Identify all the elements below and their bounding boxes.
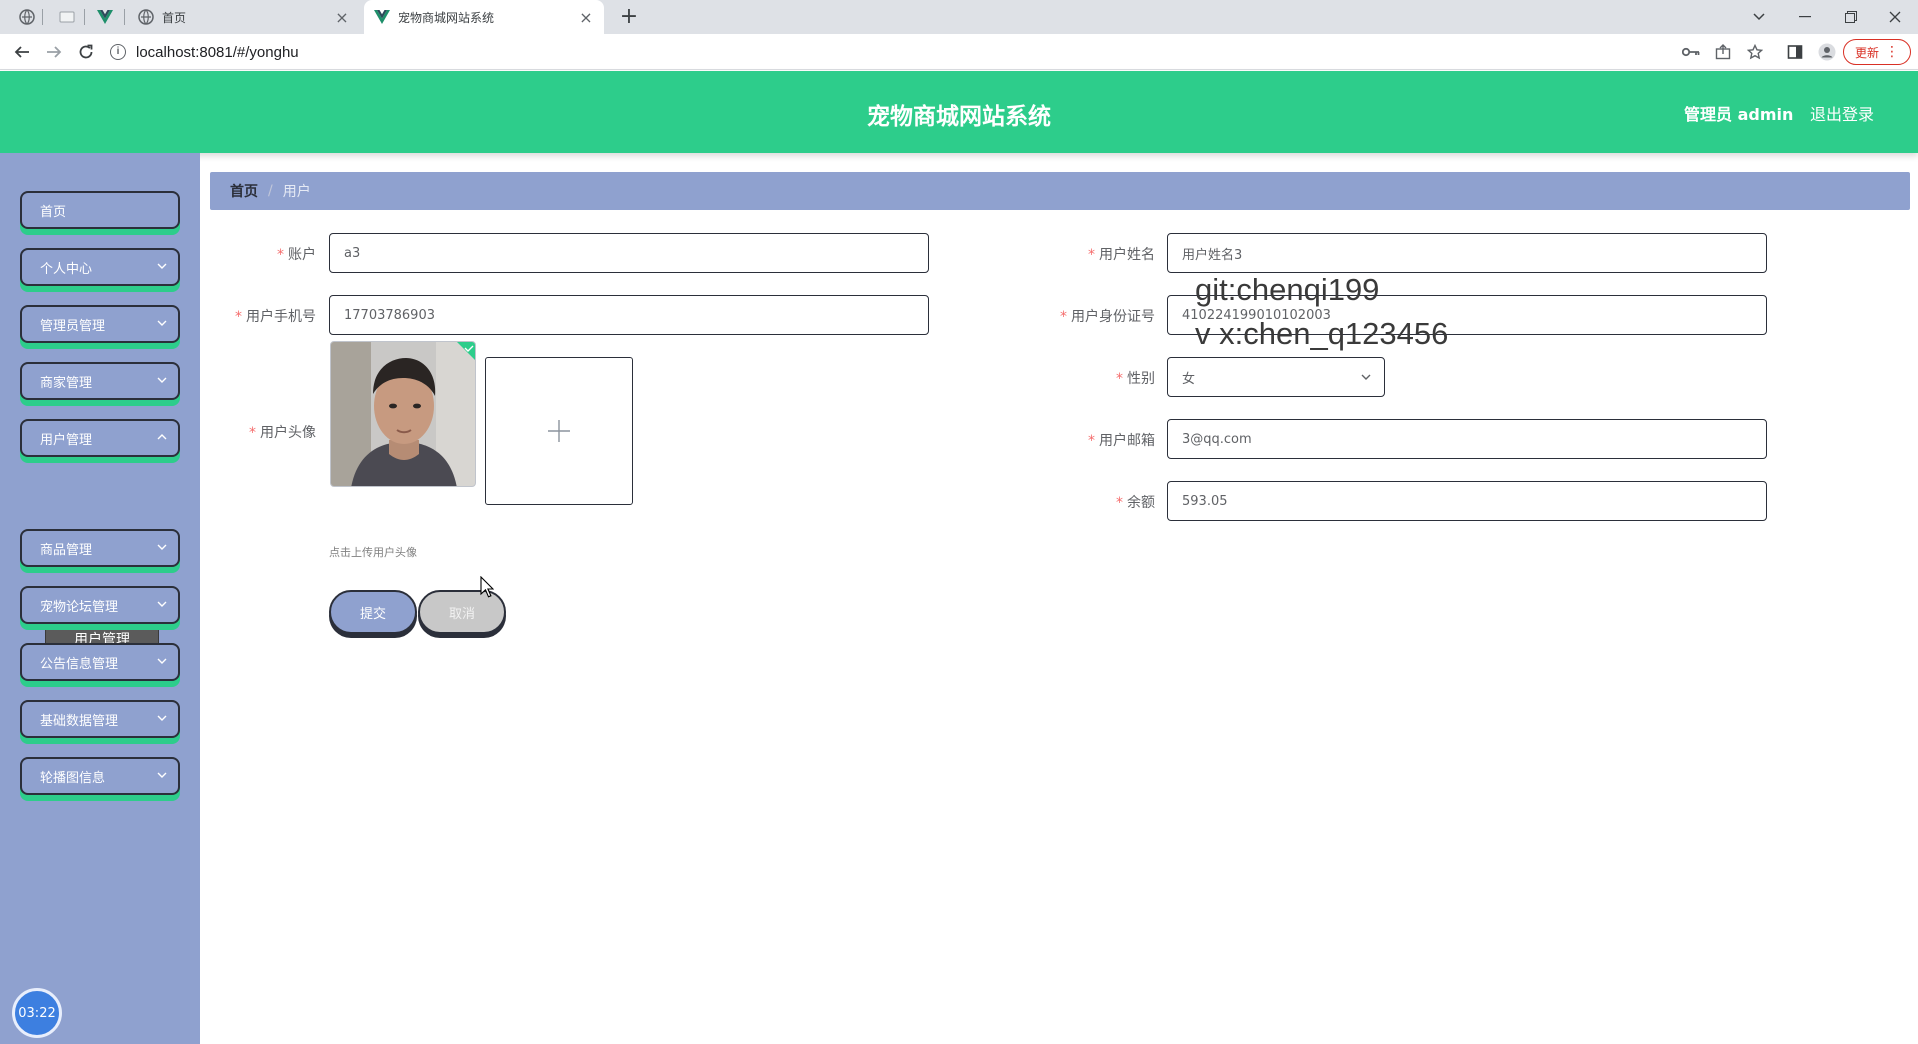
chevron-down-icon (157, 320, 167, 326)
globe-icon (138, 9, 154, 25)
tab-title: 首页 (162, 10, 187, 25)
account-input[interactable]: a3 (329, 233, 929, 273)
address-bar[interactable]: i localhost:8081/#/yonghu (110, 38, 1310, 66)
more-menu-icon: ⋮ (1885, 44, 1899, 60)
bookmark-star-icon[interactable] (1745, 42, 1765, 62)
chevron-down-icon (157, 658, 167, 664)
mouse-cursor-icon (480, 576, 494, 598)
key-icon[interactable] (1681, 42, 1701, 62)
gender-label: * 性别 (1116, 371, 1155, 387)
tab-title: 宠物商城网站系统 (398, 10, 495, 25)
name-label: * 用户姓名 (1088, 247, 1155, 263)
close-window-icon[interactable] (1872, 0, 1918, 34)
sidebar-item-label: 宠物论坛管理 (40, 599, 119, 615)
avatar-upload-button[interactable] (485, 357, 633, 505)
pinned-tab-globe-icon[interactable] (16, 6, 38, 28)
chevron-up-icon (157, 434, 167, 440)
sidebar-item-label: 商家管理 (40, 375, 93, 391)
update-button[interactable]: 更新 ⋮ (1843, 39, 1911, 65)
forward-icon[interactable] (42, 40, 66, 64)
close-tab-icon[interactable]: × (578, 8, 594, 27)
sidebar-item-label: 用户管理 (40, 432, 93, 448)
breadcrumb: 首页 / 用户 (210, 172, 1910, 210)
reload-icon[interactable] (74, 40, 98, 64)
tab-search-chevron-icon[interactable] (1736, 0, 1782, 34)
sidebar-item-pet-forum-management[interactable]: 宠物论坛管理 (20, 586, 180, 624)
sidebar-item-product-management[interactable]: 商品管理 (20, 529, 180, 567)
phone-input[interactable]: 17703786903 (329, 295, 929, 335)
plus-icon (548, 420, 570, 442)
chevron-down-icon (157, 544, 167, 550)
email-label: * 用户邮箱 (1088, 433, 1155, 449)
chevron-down-icon (157, 263, 167, 269)
app-title: 宠物商城网站系统 (867, 104, 1051, 130)
minimize-icon[interactable] (1782, 0, 1828, 34)
restore-icon[interactable] (1828, 0, 1874, 34)
sidebar-item-personal-center[interactable]: 个人中心 (20, 248, 180, 286)
logout-link[interactable]: 退出登录 (1810, 101, 1874, 125)
sidebar-item-label: 轮播图信息 (40, 770, 106, 786)
update-label: 更新 (1854, 45, 1879, 60)
app-header: 宠物商城网站系统 管理员 admin 退出登录 (0, 71, 1918, 153)
sidebar-item-label: 首页 (40, 204, 67, 220)
sidebar-item-basic-data-management[interactable]: 基础数据管理 (20, 700, 180, 738)
pinned-tab-vue-icon[interactable] (94, 6, 116, 28)
new-tab-button[interactable]: + (616, 4, 642, 30)
profile-avatar-icon[interactable] (1817, 42, 1837, 62)
close-tab-icon[interactable]: × (334, 8, 350, 27)
chevron-down-icon (157, 715, 167, 721)
browser-toolbar: i localhost:8081/#/yonghu 更新 ⋮ (0, 34, 1918, 70)
back-icon[interactable] (10, 40, 34, 64)
user-avatar-photo (331, 342, 475, 486)
gender-select[interactable]: 女 (1167, 357, 1385, 397)
sidebar-item-label: 公告信息管理 (40, 656, 119, 672)
tab-pet-shop[interactable]: 宠物商城网站系统 × (364, 0, 604, 34)
chevron-down-icon (157, 772, 167, 778)
breadcrumb-current: 用户 (282, 184, 311, 200)
sidebar-item-merchant-management[interactable]: 商家管理 (20, 362, 180, 400)
side-panel-icon[interactable] (1785, 42, 1805, 62)
url-text: localhost:8081/#/yonghu (136, 43, 299, 61)
chevron-down-icon (1361, 374, 1371, 380)
phone-label: * 用户手机号 (235, 309, 316, 325)
account-label: * 账户 (277, 247, 316, 263)
name-input[interactable]: 用户姓名3 (1167, 233, 1767, 273)
breadcrumb-home[interactable]: 首页 (230, 181, 258, 201)
avatar-image[interactable] (330, 341, 476, 487)
sidebar-item-label: 商品管理 (40, 542, 93, 558)
sidebar-item-carousel-info[interactable]: 轮播图信息 (20, 757, 180, 795)
watermark-line-1: git:chenqi199 (1195, 272, 1380, 307)
avatar-label: * 用户头像 (249, 425, 316, 441)
idcard-label: * 用户身份证号 (1060, 309, 1155, 325)
chevron-down-icon (157, 377, 167, 383)
watermark-line-2: v x:chen_q123456 (1195, 316, 1449, 351)
sidebar-item-label: 管理员管理 (40, 318, 106, 334)
pinned-tab-page-icon[interactable] (56, 6, 78, 28)
submit-button[interactable]: 提交 (329, 590, 417, 634)
site-info-icon[interactable]: i (110, 44, 126, 60)
tab-home[interactable]: 首页 × (128, 0, 360, 34)
sidebar-item-notice-management[interactable]: 公告信息管理 (20, 643, 180, 681)
sidebar-item-label: 基础数据管理 (40, 713, 119, 729)
sidebar-item-admin-management[interactable]: 管理员管理 (20, 305, 180, 343)
sidebar-item-home[interactable]: 首页 (20, 191, 180, 229)
sidebar-item-user-management[interactable]: 用户管理 (20, 419, 180, 457)
recording-timer-badge: 03:22 (12, 988, 62, 1038)
breadcrumb-separator: / (268, 183, 273, 199)
sidebar: 首页 个人中心 管理员管理 商家管理 用户管理 用户管理 商品管理 宠物论坛管理… (0, 153, 200, 1044)
sidebar-item-label: 个人中心 (40, 261, 93, 277)
upload-hint: 点击上传用户头像 (329, 546, 417, 559)
balance-label: * 余额 (1116, 495, 1155, 511)
share-icon[interactable] (1713, 42, 1733, 62)
browser-tab-bar: 首页 × 宠物商城网站系统 × + (0, 0, 1918, 34)
chevron-down-icon (157, 601, 167, 607)
current-user: 管理员 admin (1684, 105, 1794, 124)
balance-input[interactable]: 593.05 (1167, 481, 1767, 521)
vue-icon (374, 10, 390, 24)
email-input[interactable]: 3@qq.com (1167, 419, 1767, 459)
